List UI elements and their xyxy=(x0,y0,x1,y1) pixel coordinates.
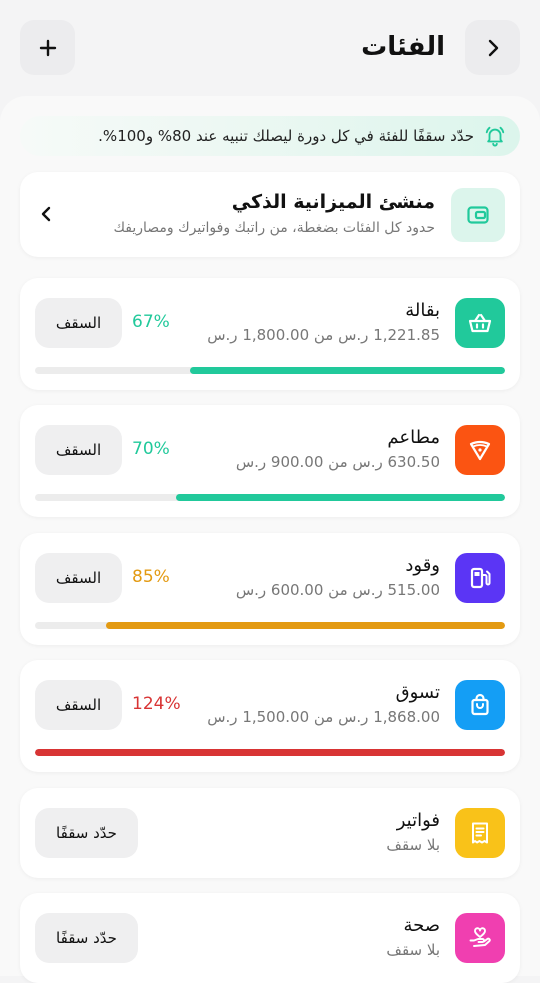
bell-icon xyxy=(485,126,505,147)
category-card-health[interactable]: صحة بلا سقف حدّد سقفًا xyxy=(20,893,520,983)
cap-button[interactable]: السقف xyxy=(35,425,122,475)
category-card-bills[interactable]: فواتير بلا سقف حدّد سقفًا xyxy=(20,788,520,878)
category-name: مطاعم xyxy=(387,427,440,448)
smart-builder-icon-tile xyxy=(451,188,505,242)
category-name: صحة xyxy=(403,915,440,936)
category-icon-tile xyxy=(455,913,505,963)
progress-fill xyxy=(176,494,505,501)
category-name: فواتير xyxy=(396,810,440,831)
progress-track xyxy=(35,622,505,629)
category-icon-tile xyxy=(455,680,505,730)
top-bar: الفئات xyxy=(0,0,540,96)
category-name: وقود xyxy=(405,555,440,576)
category-spent: 515.00 ر.س من 600.00 ر.س xyxy=(235,581,440,599)
cap-button[interactable]: السقف xyxy=(35,553,122,603)
shopping-bag-icon xyxy=(471,693,489,716)
wallet-icon xyxy=(467,206,489,224)
pizza-icon xyxy=(469,440,491,461)
smart-budget-builder-card[interactable]: منشئ الميزانية الذكي حدود كل الفئات بضغط… xyxy=(20,172,520,257)
smart-builder-title: منشئ الميزانية الذكي xyxy=(231,191,435,213)
smart-builder-subtitle: حدود كل الفئات بضغطة، من راتبك وفواتيرك … xyxy=(113,220,435,236)
progress-track xyxy=(35,367,505,374)
progress-fill xyxy=(190,367,505,374)
category-spent: 630.50 ر.س من 900.00 ر.س xyxy=(235,453,440,471)
plus-icon xyxy=(39,39,56,56)
fuel-icon xyxy=(470,567,491,589)
category-icon-tile xyxy=(455,425,505,475)
category-no-cap: بلا سقف xyxy=(386,941,440,959)
progress-fill xyxy=(35,749,505,756)
add-category-button[interactable] xyxy=(20,20,75,75)
category-no-cap: بلا سقف xyxy=(386,836,440,854)
category-name: بقالة xyxy=(405,300,440,321)
progress-track xyxy=(35,749,505,756)
category-percent: 67% xyxy=(132,312,170,332)
category-percent: 85% xyxy=(132,567,170,587)
set-cap-button[interactable]: حدّد سقفًا xyxy=(35,913,138,963)
hand-heart-icon xyxy=(469,927,491,947)
progress-track xyxy=(35,494,505,501)
basket-icon xyxy=(468,313,492,333)
set-cap-button[interactable]: حدّد سقفًا xyxy=(35,808,138,858)
category-spent: 1,221.85 ر.س من 1,800.00 ر.س xyxy=(207,326,440,344)
category-spent: 1,868.00 ر.س من 1,500.00 ر.س xyxy=(207,708,440,726)
category-card-fuel[interactable]: وقود 515.00 ر.س من 600.00 ر.س 85% السقف xyxy=(20,533,520,645)
category-name: تسوق xyxy=(395,682,440,703)
category-icon-tile xyxy=(455,808,505,858)
category-card-restaurants[interactable]: مطاعم 630.50 ر.س من 900.00 ر.س 70% السقف xyxy=(20,405,520,517)
category-percent: 70% xyxy=(132,439,170,459)
category-icon-tile xyxy=(455,298,505,348)
banner-text: حدّد سقفًا للفئة في كل دورة ليصلك تنبيه … xyxy=(98,127,474,145)
chevron-left-icon xyxy=(41,206,51,222)
category-card-shopping[interactable]: تسوق 1,868.00 ر.س من 1,500.00 ر.س 124% ا… xyxy=(20,660,520,772)
cap-button[interactable]: السقف xyxy=(35,680,122,730)
category-icon-tile xyxy=(455,553,505,603)
back-button[interactable] xyxy=(465,20,520,75)
cap-button[interactable]: السقف xyxy=(35,298,122,348)
chevron-right-icon xyxy=(488,39,498,56)
category-percent: 124% xyxy=(132,694,181,714)
progress-fill xyxy=(105,622,505,629)
category-card-grocery[interactable]: بقالة 1,221.85 ر.س من 1,800.00 ر.س 67% ا… xyxy=(20,278,520,390)
receipt-icon xyxy=(472,822,488,844)
page-title: الفئات xyxy=(361,32,445,62)
cap-alert-banner: حدّد سقفًا للفئة في كل دورة ليصلك تنبيه … xyxy=(20,116,520,156)
